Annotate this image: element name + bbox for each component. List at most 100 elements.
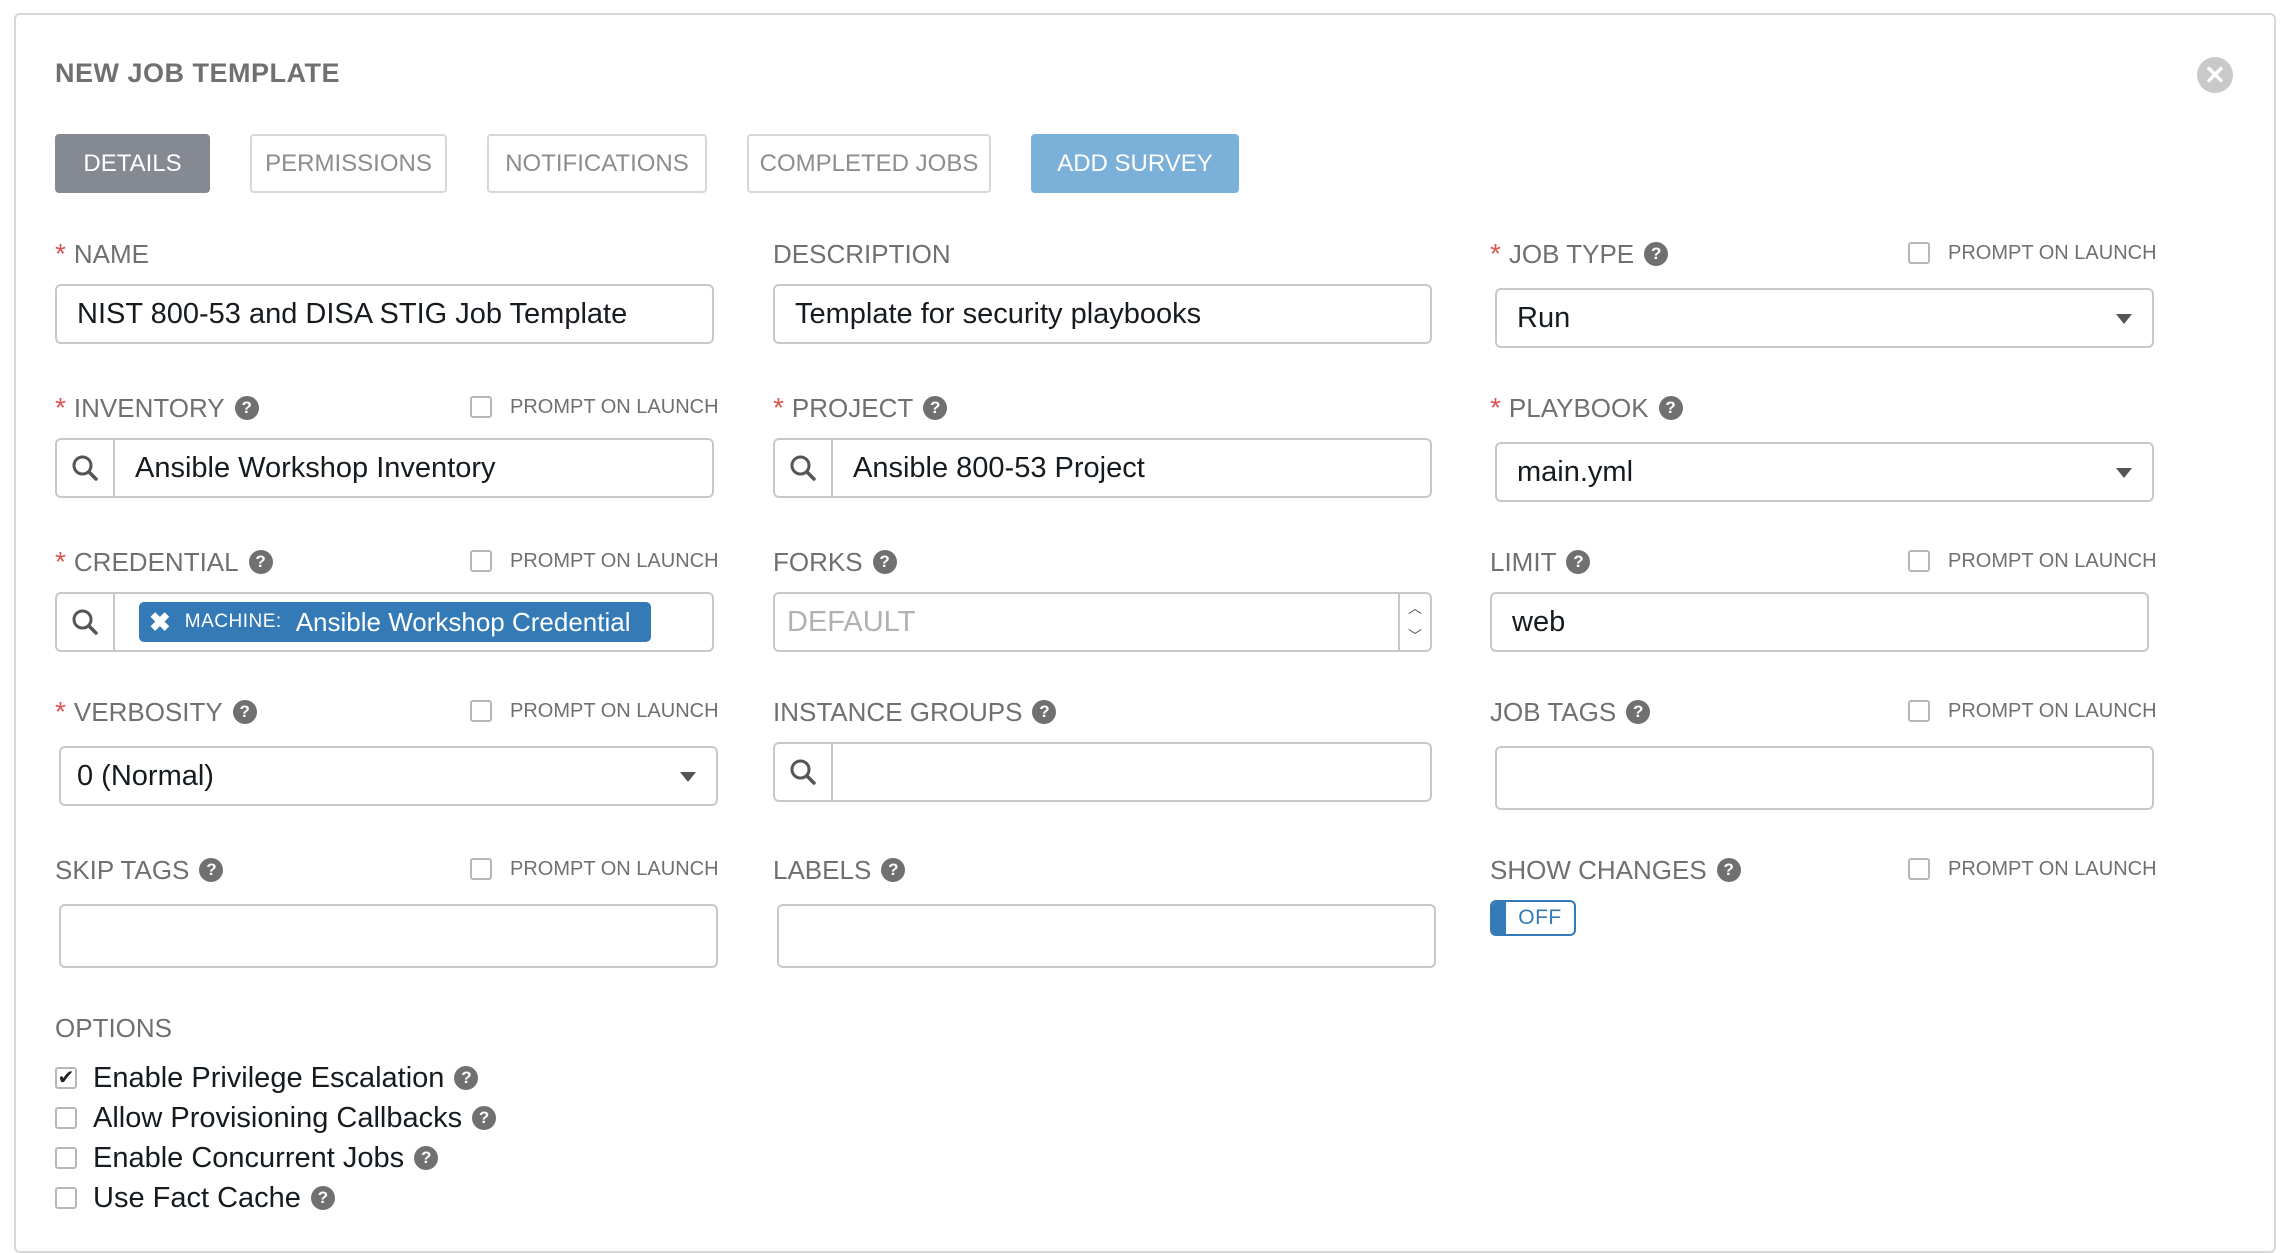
remove-icon[interactable]: ✖ xyxy=(149,607,171,638)
checkbox[interactable] xyxy=(470,700,492,722)
required-mark: * xyxy=(1490,238,1501,269)
tab-completed-jobs[interactable]: COMPLETED JOBS xyxy=(747,134,991,193)
instance-groups-label: INSTANCE GROUPS ? xyxy=(773,696,1057,728)
job-tags-input[interactable] xyxy=(1495,746,2154,810)
verbosity-select[interactable]: 0 (Normal) xyxy=(59,746,718,806)
description-input[interactable]: Template for security playbooks xyxy=(773,284,1432,344)
tab-permissions[interactable]: PERMISSIONS xyxy=(250,134,447,193)
description-value: Template for security playbooks xyxy=(795,297,1202,330)
help-icon[interactable]: ? xyxy=(199,858,224,882)
job-tags-prompt-on-launch[interactable]: PROMPT ON LAUNCH xyxy=(1908,696,2157,726)
add-survey-button[interactable]: ADD SURVEY xyxy=(1031,134,1239,193)
checkbox[interactable] xyxy=(55,1187,77,1209)
checkbox[interactable] xyxy=(1908,550,1930,572)
limit-label-text: LIMIT xyxy=(1490,546,1557,577)
inventory-lookup[interactable]: Ansible Workshop Inventory xyxy=(55,438,714,498)
checkbox[interactable] xyxy=(470,550,492,572)
required-mark: * xyxy=(55,546,66,577)
option-label: Use Fact Cache xyxy=(93,1181,301,1214)
name-input[interactable]: NIST 800-53 and DISA STIG Job Template xyxy=(55,284,714,344)
option-label: Allow Provisioning Callbacks xyxy=(93,1101,463,1134)
show-changes-toggle[interactable]: OFF xyxy=(1490,900,1576,936)
project-value: Ansible 800-53 Project xyxy=(853,451,1145,484)
limit-label: LIMIT ? xyxy=(1490,546,1591,578)
checkbox[interactable] xyxy=(470,858,492,880)
credential-chip-value: Ansible Workshop Credential xyxy=(295,606,631,637)
job-type-prompt-on-launch[interactable]: PROMPT ON LAUNCH xyxy=(1908,238,2157,268)
labels-label: LABELS ? xyxy=(773,854,906,886)
chevron-down-icon[interactable]: ﹀ xyxy=(1408,626,1422,646)
checkbox[interactable] xyxy=(470,396,492,418)
credential-chip-kind: MACHINE: xyxy=(184,611,282,632)
forks-input[interactable]: DEFAULT ︿ ﹀ xyxy=(773,592,1432,652)
limit-input[interactable]: web xyxy=(1490,592,2149,652)
checkbox[interactable] xyxy=(1908,700,1930,722)
checkbox[interactable] xyxy=(1908,858,1930,880)
job-type-label: * JOB TYPE ? xyxy=(1490,238,1669,270)
help-icon[interactable]: ? xyxy=(248,550,273,574)
help-icon[interactable]: ? xyxy=(1032,700,1057,724)
required-mark: * xyxy=(55,392,66,423)
help-icon[interactable]: ? xyxy=(1566,550,1591,574)
option-enable-concurrent-jobs[interactable]: Enable Concurrent Jobs ? xyxy=(55,1140,439,1176)
verbosity-prompt-on-launch[interactable]: PROMPT ON LAUNCH xyxy=(470,696,719,726)
labels-input[interactable] xyxy=(777,904,1436,968)
help-icon[interactable]: ? xyxy=(454,1066,479,1090)
checkbox-checked[interactable]: ✔ xyxy=(55,1067,77,1089)
chevron-up-icon[interactable]: ︿ xyxy=(1408,598,1422,618)
number-spinner[interactable]: ︿ ﹀ xyxy=(1398,594,1430,650)
project-lookup[interactable]: Ansible 800-53 Project xyxy=(773,438,1432,498)
help-icon[interactable]: ? xyxy=(923,396,948,420)
help-icon[interactable]: ? xyxy=(472,1106,497,1130)
help-icon[interactable]: ? xyxy=(881,858,906,882)
help-icon[interactable]: ? xyxy=(1626,700,1651,724)
instance-groups-lookup[interactable] xyxy=(773,742,1432,802)
option-use-fact-cache[interactable]: Use Fact Cache ? xyxy=(55,1180,335,1216)
help-icon[interactable]: ? xyxy=(234,396,259,420)
prompt-label: PROMPT ON LAUNCH xyxy=(510,395,719,418)
checkbox[interactable] xyxy=(55,1147,77,1169)
help-icon[interactable]: ? xyxy=(1644,242,1669,266)
skip-tags-prompt-on-launch[interactable]: PROMPT ON LAUNCH xyxy=(470,854,719,884)
prompt-label: PROMPT ON LAUNCH xyxy=(510,549,719,572)
search-icon[interactable] xyxy=(57,594,115,650)
option-enable-privilege-escalation[interactable]: ✔ Enable Privilege Escalation ? xyxy=(55,1060,479,1096)
playbook-label: * PLAYBOOK ? xyxy=(1490,392,1683,424)
verbosity-value: 0 (Normal) xyxy=(77,759,214,792)
show-changes-prompt-on-launch[interactable]: PROMPT ON LAUNCH xyxy=(1908,854,2157,884)
search-icon[interactable] xyxy=(57,440,115,496)
help-icon[interactable]: ? xyxy=(232,700,257,724)
show-changes-label: SHOW CHANGES ? xyxy=(1490,854,1741,886)
prompt-label: PROMPT ON LAUNCH xyxy=(1948,549,2157,572)
inventory-prompt-on-launch[interactable]: PROMPT ON LAUNCH xyxy=(470,392,719,422)
option-label: Enable Concurrent Jobs xyxy=(93,1141,405,1174)
help-icon[interactable]: ? xyxy=(872,550,897,574)
skip-tags-input[interactable] xyxy=(59,904,718,968)
search-icon[interactable] xyxy=(775,440,833,496)
close-icon[interactable]: ✕ xyxy=(2197,57,2233,93)
help-icon[interactable]: ? xyxy=(1716,858,1741,882)
project-label-text: PROJECT xyxy=(791,392,914,423)
tab-notifications[interactable]: NOTIFICATIONS xyxy=(487,134,707,193)
option-allow-provisioning-callbacks[interactable]: Allow Provisioning Callbacks ? xyxy=(55,1100,497,1136)
show-changes-label-text: SHOW CHANGES xyxy=(1490,854,1707,885)
help-icon[interactable]: ? xyxy=(310,1186,335,1210)
labels-label-text: LABELS xyxy=(773,854,872,885)
credential-prompt-on-launch[interactable]: PROMPT ON LAUNCH xyxy=(470,546,719,576)
limit-prompt-on-launch[interactable]: PROMPT ON LAUNCH xyxy=(1908,546,2157,576)
search-icon[interactable] xyxy=(775,744,833,800)
tab-details[interactable]: DETAILS xyxy=(55,134,210,193)
help-icon[interactable]: ? xyxy=(1658,396,1683,420)
credential-label-text: CREDENTIAL xyxy=(73,546,239,577)
inventory-label-text: INVENTORY xyxy=(73,392,225,423)
help-icon[interactable]: ? xyxy=(414,1146,439,1170)
credential-lookup[interactable]: ✖ MACHINE: Ansible Workshop Credential xyxy=(55,592,714,652)
checkbox[interactable] xyxy=(55,1107,77,1129)
chevron-down-icon xyxy=(2116,314,2132,324)
playbook-select[interactable]: main.yml xyxy=(1495,442,2154,502)
job-type-select[interactable]: Run xyxy=(1495,288,2154,348)
required-mark: * xyxy=(55,238,66,269)
checkbox[interactable] xyxy=(1908,242,1930,264)
name-label-text: NAME xyxy=(73,238,150,269)
prompt-label: PROMPT ON LAUNCH xyxy=(510,857,719,880)
